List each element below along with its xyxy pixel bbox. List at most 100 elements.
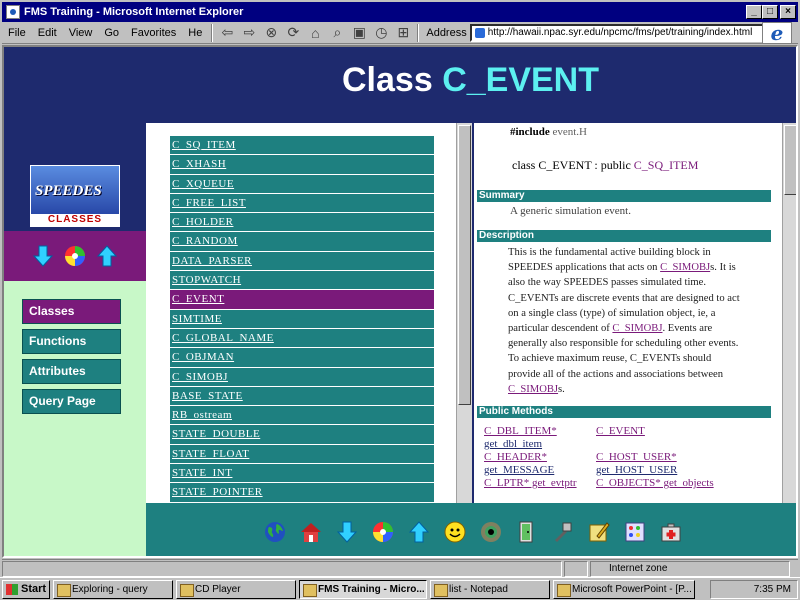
forward-icon[interactable]: ⇨ [238,24,260,42]
smiley-icon[interactable] [443,520,467,544]
class-link[interactable]: C_SQ_ITEM [170,136,434,156]
status-bar: Internet zone [2,559,798,577]
globe-icon[interactable] [263,520,287,544]
description-part-4: s. [558,383,565,395]
menu-favorites[interactable]: Favorites [125,27,182,39]
toolbar-separator [417,23,420,42]
method-link [596,438,756,451]
class-link[interactable]: C_XHASH [170,155,434,175]
nav-icon-strip [4,231,146,281]
color-wheel-icon[interactable] [63,244,87,268]
class-link[interactable]: STATE_FLOAT [170,444,434,465]
clock[interactable]: 7:35 PM [754,584,791,595]
speedes-logo[interactable]: SPEEDES CLASSES [30,165,120,227]
window-title: FMS Training - Microsoft Internet Explor… [24,6,244,18]
nav-query-page-button[interactable]: Query Page [22,389,121,414]
door-icon[interactable] [515,520,539,544]
scrollbar-thumb[interactable] [784,125,796,195]
class-link[interactable]: STOPWATCH [170,271,434,291]
title-bar[interactable]: FMS Training - Microsoft Internet Explor… [2,2,798,22]
minimize-button[interactable]: _ [746,5,762,19]
include-keyword: #include [510,126,550,138]
method-link[interactable]: C_DBL_ITEM* [484,425,596,438]
search-icon[interactable]: ⌕ [326,24,348,42]
task-powerpoint[interactable]: Microsoft PowerPoint - [P... [553,579,695,599]
class-link[interactable]: STATE_INT [170,464,434,484]
eye-icon[interactable] [479,520,503,544]
palette-icon[interactable] [623,520,647,544]
method-link[interactable]: C_HEADER* [484,451,596,464]
include-file: event.H [552,126,587,138]
class-link[interactable]: C_GLOBAL_NAME [170,328,434,349]
close-button[interactable]: × [780,5,796,19]
start-button[interactable]: Start [2,579,50,599]
class-link[interactable]: SIMTIME [170,309,434,329]
note-pencil-icon[interactable] [587,520,611,544]
arrow-up-icon[interactable] [95,244,119,268]
class-link[interactable]: C_OBJMAN [170,348,434,368]
class-link[interactable]: C_FREE_LIST [170,193,434,214]
home-icon[interactable] [299,520,323,544]
task-list-notepad[interactable]: list - Notepad [430,579,550,599]
home-icon[interactable]: ⌂ [304,24,326,42]
menu-go[interactable]: Go [98,27,125,39]
medical-kit-icon[interactable] [659,520,683,544]
status-security [564,560,588,577]
method-link[interactable]: C_LPTR* get_evtptr [484,477,596,490]
method-link[interactable]: get_dbl_item [484,438,596,451]
nav-attributes-button[interactable]: Attributes [22,359,121,384]
menu-view[interactable]: View [63,27,99,39]
simobj-link-3[interactable]: C_SIMOBJ [508,384,558,395]
class-link[interactable]: C_RANDOM [170,232,434,252]
method-row: C_HEADER* C_HOST_USER* [484,451,774,464]
ie-window-icon[interactable] [6,5,20,19]
maximize-button[interactable]: □ [762,5,778,19]
class-link[interactable]: C_HOLDER [170,213,434,233]
public-methods-table: C_DBL_ITEM* C_EVENT get_dbl_item C_HEADER* C… [484,425,774,490]
menu-file[interactable]: File [2,27,32,39]
menu-help[interactable]: He [182,27,208,39]
class-link[interactable]: STATE_DOUBLE [170,425,434,445]
arrow-down-icon[interactable] [335,520,359,544]
include-line: #include event.H [510,126,587,138]
refresh-icon[interactable]: ⟳ [282,24,304,42]
stop-icon[interactable]: ⊗ [260,24,282,42]
back-icon[interactable]: ⇦ [216,24,238,42]
task-cd-player[interactable]: CD Player [176,579,296,599]
simobj-link-1[interactable]: C_SIMOBJ [660,262,710,273]
address-input[interactable]: http://hawaii.npac.syr.edu/npcmc/fms/pet… [469,23,770,42]
class-link[interactable]: STATE_POINTER [170,483,434,503]
task-fms-training[interactable]: FMS Training - Micro... [299,579,427,599]
class-list-scrollbar[interactable] [456,123,472,503]
method-link[interactable]: C_OBJECTS* get_objects [596,477,756,490]
favorites-icon[interactable]: ▣ [348,24,370,42]
class-link[interactable]: C_SIMOBJ [170,367,434,387]
tools-icon[interactable] [551,520,575,544]
method-link[interactable]: get_HOST_USER [596,464,756,477]
history-icon[interactable]: ◷ [370,24,392,42]
arrow-down-icon[interactable] [31,244,55,268]
method-row: C_DBL_ITEM* C_EVENT [484,425,774,438]
browser-window: FMS Training - Microsoft Internet Explor… [0,0,800,600]
scrollbar-thumb[interactable] [458,125,471,405]
method-link[interactable]: C_EVENT [596,425,756,438]
class-link[interactable]: RB_ostream [170,406,434,426]
arrow-up-icon[interactable] [407,520,431,544]
simobj-link-2[interactable]: C_SIMOBJ [612,323,662,334]
method-link[interactable]: C_HOST_USER* [596,451,756,464]
menu-edit[interactable]: Edit [32,27,63,39]
class-link[interactable]: C_EVENT [170,290,434,310]
class-link[interactable]: C_XQUEUE [170,174,434,194]
channels-icon[interactable]: ⊞ [392,24,414,42]
color-wheel-icon[interactable] [371,520,395,544]
detail-scrollbar[interactable] [782,123,796,503]
class-link[interactable]: BASE_STATE [170,386,434,407]
method-link[interactable]: get_MESSAGE [484,464,596,477]
class-link[interactable]: DATA_PARSER [170,251,434,272]
task-exploring-query[interactable]: Exploring - query [53,579,173,599]
nav-functions-button[interactable]: Functions [22,329,121,354]
page-title: Class C_EVENT [342,61,599,100]
nav-classes-button[interactable]: Classes [22,299,121,324]
top-banner-frame: Class C_EVENT [4,47,796,123]
parent-class-link[interactable]: C_SQ_ITEM [634,158,699,172]
